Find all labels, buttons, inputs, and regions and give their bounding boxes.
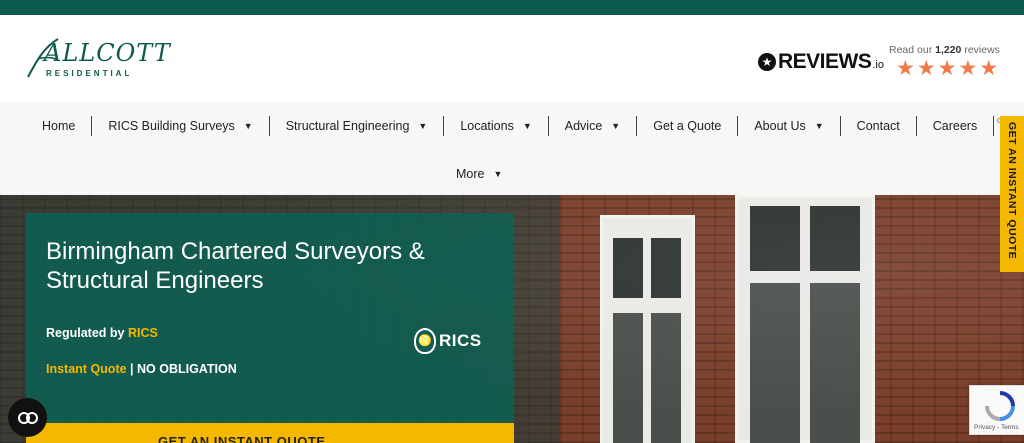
reviews-count: Read our 1,220 reviews	[889, 44, 1000, 56]
rics-logo: ♌ RICS	[414, 328, 482, 354]
nav-row-more: More ▼	[440, 164, 518, 184]
caret-down-icon: ▼	[243, 121, 253, 131]
top-strip	[0, 0, 1024, 15]
star-icon: ★	[916, 57, 936, 80]
hero-section: Birmingham Chartered Surveyors & Structu…	[0, 195, 1024, 443]
logo-subtitle: RESIDENTIAL	[46, 69, 133, 78]
rating-stars: ★ ★ ★ ★ ★	[896, 58, 998, 80]
side-instant-quote-tab[interactable]: GET AN INSTANT QUOTE	[1000, 116, 1024, 272]
caret-down-icon: ▼	[493, 169, 503, 179]
nav-item-careers[interactable]: Careers	[917, 116, 995, 136]
nav-item-get-a-quote[interactable]: Get a Quote	[637, 116, 739, 136]
regulated-line: Regulated by RICS	[46, 326, 158, 340]
reviews-widget[interactable]: ★ REVIEWS .io Read our 1,220 reviews ★ ★…	[758, 43, 1008, 93]
caret-down-icon: ▼	[522, 121, 532, 131]
nav-item-home[interactable]: Home	[26, 116, 93, 136]
star-icon: ★	[937, 57, 957, 80]
instant-quote-button[interactable]: GET AN INSTANT QUOTE	[26, 423, 514, 443]
instant-quote-link[interactable]: Instant Quote	[46, 362, 127, 376]
logo-wordmark: ALLCOTT	[44, 39, 171, 67]
star-icon: ★	[958, 57, 978, 80]
caret-down-icon: ▼	[418, 121, 428, 131]
site-logo[interactable]: ALLCOTT RESIDENTIAL	[24, 37, 170, 82]
nav-item-locations[interactable]: Locations ▼	[444, 116, 549, 136]
nav-item-about-us[interactable]: About Us ▼	[738, 116, 841, 136]
reviews-count-value: 1,220	[935, 44, 962, 56]
nav-item-more[interactable]: More ▼	[440, 164, 518, 184]
nav-row: Home RICS Building Surveys ▼ Structural Eng…	[26, 116, 995, 136]
star-icon: ★	[896, 57, 915, 80]
rics-link[interactable]: RICS	[128, 326, 158, 340]
caret-down-icon: ▼	[814, 121, 824, 131]
hero-title: Birmingham Chartered Surveyors & Structu…	[46, 238, 425, 294]
nav-item-advice[interactable]: Advice ▼	[549, 116, 638, 136]
rics-lion-icon: ♌	[414, 328, 436, 354]
chat-button[interactable]	[8, 398, 47, 437]
nav-item-rics-building-surveys[interactable]: RICS Building Surveys ▼	[92, 116, 270, 136]
reviews-brand-text: REVIEWS	[778, 50, 872, 73]
recaptcha-icon	[985, 391, 1015, 421]
recaptcha-badge[interactable]: Privacy - Terms	[969, 385, 1024, 435]
main-nav: Home RICS Building Surveys ▼ Structural Eng…	[0, 102, 1024, 195]
half-star-icon: ★	[979, 57, 999, 80]
reviews-star-badge-icon: ★	[758, 53, 776, 71]
nav-item-structural-engineering[interactable]: Structural Engineering ▼	[270, 116, 445, 136]
reviews-brand-suffix: .io	[872, 59, 884, 71]
reviews-io-logo: ★ REVIEWS .io	[758, 50, 884, 74]
nav-item-contact[interactable]: Contact	[841, 116, 917, 136]
chat-bubble-icon	[17, 411, 38, 424]
site-header: ALLCOTT RESIDENTIAL ★ REVIEWS .io Read o…	[0, 15, 1024, 102]
instant-quote-line: Instant Quote | NO OBLIGATION	[46, 362, 237, 376]
hero-panel: Birmingham Chartered Surveyors & Structu…	[26, 213, 514, 443]
caret-down-icon: ▼	[611, 121, 621, 131]
